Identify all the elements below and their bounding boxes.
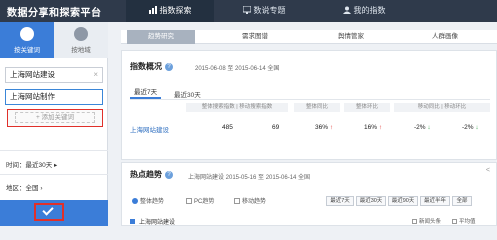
- average-option[interactable]: 平均值: [452, 217, 476, 225]
- value: 16%: [364, 124, 378, 131]
- trend-title-text: 热点趋势: [130, 170, 162, 179]
- value: -2%: [462, 124, 474, 131]
- add-keyword-label: + 添加关键词: [15, 112, 95, 123]
- keyword-value: 上海网站制作: [10, 92, 55, 101]
- check-icon: [42, 204, 54, 216]
- checkbox[interactable]: [452, 219, 457, 224]
- trend-icon: [132, 198, 138, 204]
- header-mobile: 移动同比 | 移动环比: [394, 103, 490, 112]
- tab-sentiment[interactable]: 舆情管家: [317, 30, 385, 44]
- value: -2%: [414, 124, 426, 131]
- top-nav-bar: 数据分享和探索平台 指数探索 数说专题 我的指数: [0, 0, 497, 22]
- tab-pc-trend[interactable]: PC趋势: [186, 197, 214, 208]
- bar-chart-icon: [148, 6, 157, 14]
- main-content: 趋势研究 需求图谱 舆情管家 人群画像 指数概况? 2015-06-08 至 2…: [113, 22, 497, 226]
- overall-search-index: 485: [222, 124, 233, 131]
- divider: [130, 99, 490, 100]
- tab-by-keyword[interactable]: 按关键词: [0, 22, 54, 58]
- nav-tab-my-index[interactable]: 我的指数: [314, 0, 414, 22]
- hot-trend-panel: 热点趋势? 上海网站建设 2015-05-16 至 2015-06-14 全国 …: [121, 162, 497, 226]
- tab-by-region[interactable]: 按地域: [54, 22, 108, 58]
- tab-label: 按关键词: [14, 47, 40, 54]
- header-search-index: 整体搜索指数 | 移动搜索指数: [186, 103, 288, 112]
- mobile-icon: [234, 198, 240, 204]
- share-icon[interactable]: <: [486, 167, 490, 174]
- tab-label: 移动趋势: [242, 199, 267, 205]
- option-label: 平均值: [459, 219, 476, 225]
- time-filter[interactable]: 时间：最近30天 ▸: [6, 159, 57, 169]
- analysis-tabs: 趋势研究 需求图谱 舆情管家 人群画像: [121, 30, 497, 44]
- range-7-days[interactable]: 最近7天: [326, 196, 354, 206]
- overall-yoy-value: 36% ↑: [315, 124, 333, 131]
- overview-title: 指数概况?: [130, 61, 173, 72]
- mobile-yoy-value: -2% ↓: [414, 124, 431, 131]
- chevron-right-icon: ›: [40, 185, 43, 192]
- screen-icon: [242, 6, 251, 14]
- brand-title: 数据分享和探索平台: [7, 8, 102, 19]
- range-90-days[interactable]: 最近90天: [388, 196, 418, 206]
- value: 36%: [315, 124, 329, 131]
- arrow-down-icon: ↓: [427, 124, 431, 131]
- legend-label: 上海网站建设: [139, 220, 176, 226]
- header-overall-yoy: 整体同比: [294, 103, 340, 112]
- nav-tab-label: 数说专题: [253, 6, 286, 15]
- help-icon[interactable]: ?: [165, 171, 173, 179]
- tab-last-7-days[interactable]: 最近7天: [130, 86, 162, 99]
- sidebar-tabs: 按关键词 按地域: [0, 22, 108, 58]
- overview-date: 2015-06-08 至 2015-06-14 全国: [195, 66, 280, 72]
- legend-marker: [130, 219, 135, 224]
- arrow-up-icon: ↑: [378, 124, 383, 131]
- range-30-days[interactable]: 最近30天: [356, 196, 386, 206]
- divider: [0, 174, 108, 175]
- mobile-mom-value: -2% ↓: [462, 124, 479, 131]
- divider: [0, 150, 108, 151]
- tab-label: 按地域: [71, 47, 91, 54]
- keyword-value: 上海网站建设: [10, 70, 55, 79]
- index-overview-panel: 指数概况? 2015-06-08 至 2015-06-14 全国 最近7天 最近…: [121, 50, 497, 160]
- nav-tab-label: 我的指数: [353, 6, 386, 15]
- nav-tab-label: 指数探索: [159, 6, 192, 15]
- tab-label: 整体趋势: [140, 199, 165, 205]
- tab-trend-research[interactable]: 趋势研究: [127, 30, 195, 44]
- region-filter[interactable]: 地区：全国 ›: [6, 182, 42, 192]
- chevron-right-icon: ▸: [54, 162, 58, 169]
- news-headline-option[interactable]: 新闻头条: [412, 217, 441, 225]
- checkbox[interactable]: [412, 219, 417, 224]
- nav-tab-topics[interactable]: 数说专题: [214, 0, 314, 22]
- monitor-icon: [186, 198, 192, 204]
- region-filter-label: 地区：全国: [6, 185, 39, 192]
- tab-last-30-days[interactable]: 最近30天: [174, 89, 201, 99]
- overview-title-text: 指数概况: [130, 62, 162, 71]
- close-icon[interactable]: ×: [93, 68, 98, 82]
- range-all[interactable]: 全部: [452, 196, 472, 206]
- left-panel: 按关键词 按地域 上海网站建设 × 上海网站制作 + 添加关键词 时间：最近30…: [0, 22, 108, 226]
- nav-tab-index-explore[interactable]: 指数探索: [126, 0, 214, 22]
- header-overall-mom: 整体环比: [344, 103, 390, 112]
- mobile-search-index: 69: [272, 124, 280, 131]
- option-label: 新闻头条: [419, 219, 442, 225]
- trend-title: 热点趋势?: [130, 169, 173, 180]
- tab-audience[interactable]: 人群画像: [411, 30, 479, 44]
- add-keyword-button[interactable]: + 添加关键词: [7, 109, 103, 127]
- arrow-down-icon: ↓: [475, 124, 479, 131]
- overall-mom-value: 16% ↑: [364, 124, 382, 131]
- help-icon[interactable]: ?: [165, 63, 173, 71]
- tab-label: PC趋势: [194, 199, 215, 205]
- time-filter-label: 时间：最近30天: [6, 162, 53, 169]
- confirm-highlight: [34, 203, 64, 221]
- tab-demand-map[interactable]: 需求图谱: [221, 30, 289, 44]
- keyword-field-2[interactable]: 上海网站制作: [5, 89, 103, 105]
- trend-date: 上海网站建设 2015-05-16 至 2015-06-14 全国: [188, 175, 311, 181]
- map-pin-icon: [74, 27, 88, 41]
- user-icon: [342, 6, 351, 14]
- row-keyword[interactable]: 上海网站建设: [130, 124, 169, 134]
- search-icon: [20, 27, 34, 41]
- keyword-field-1[interactable]: 上海网站建设 ×: [5, 67, 103, 83]
- arrow-up-icon: ↑: [329, 124, 334, 131]
- range-half-year[interactable]: 最近半年: [420, 196, 450, 206]
- confirm-button[interactable]: [0, 200, 108, 226]
- tab-overall-trend[interactable]: 整体趋势: [132, 197, 164, 208]
- tab-mobile-trend[interactable]: 移动趋势: [234, 197, 266, 208]
